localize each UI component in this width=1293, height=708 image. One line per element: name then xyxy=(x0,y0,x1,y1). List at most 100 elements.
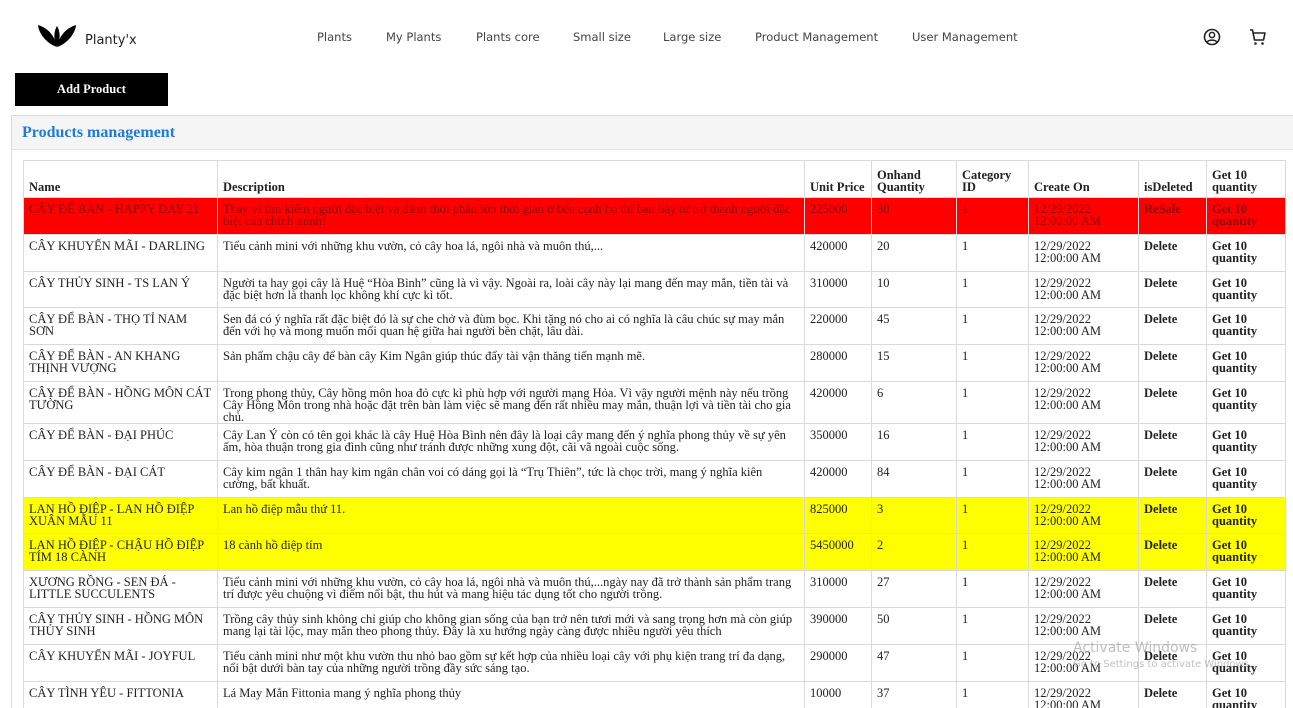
get-10-quantity-link[interactable]: Get 10 quantity xyxy=(1206,270,1286,309)
header-category-id: Category ID xyxy=(956,160,1029,198)
get-10-quantity-link[interactable]: Get 10 quantity xyxy=(1206,643,1286,682)
get-10-quantity-link[interactable]: Get 10 quantity xyxy=(1206,496,1286,535)
cell-name: CÂY KHUYẾN MÃI - JOYFUL xyxy=(23,643,218,682)
cell-name: CÂY TÌNH YÊU - FITTONIA xyxy=(23,680,218,708)
cell-description: Cây kim ngân 1 thân hay kim ngân chân vo… xyxy=(217,459,805,498)
cell-category-id: 1 xyxy=(956,680,1029,708)
cell-category-id: 1 xyxy=(956,533,1029,572)
products-table: Name Description Unit Price Onhand Quant… xyxy=(23,160,1286,708)
delete-action-link[interactable]: Delete xyxy=(1138,680,1207,708)
cell-onhand-quantity: 20 xyxy=(871,233,957,272)
nav-my-plants[interactable]: My Plants xyxy=(386,30,441,44)
cell-unit-price: 290000 xyxy=(804,643,872,682)
get-10-quantity-link[interactable]: Get 10 quantity xyxy=(1206,344,1286,382)
delete-action-link[interactable]: Delete xyxy=(1138,643,1207,682)
cell-description: Thay vì tìm kiếm người đặc biệt và dành … xyxy=(217,197,805,235)
cell-unit-price: 220000 xyxy=(804,307,872,346)
get-10-quantity-link[interactable]: Get 10 quantity xyxy=(1206,422,1286,461)
cell-onhand-quantity: 45 xyxy=(871,307,957,346)
table-row: CÂY ĐỂ BÀN - ĐẠI PHÚC Cây Lan Ý còn có tê… xyxy=(23,422,1286,461)
cell-onhand-quantity: 2 xyxy=(871,533,957,572)
cell-description: Người ta hay gọi cây là Huệ “Hòa Bình” c… xyxy=(217,270,805,309)
cell-create-on: 12/29/2022 12:00:00 AM xyxy=(1028,270,1139,309)
delete-action-link[interactable]: Delete xyxy=(1138,233,1207,272)
cell-unit-price: 280000 xyxy=(804,344,872,382)
get-10-quantity-link[interactable]: Get 10 quantity xyxy=(1206,233,1286,272)
header-is-deleted: isDeleted xyxy=(1138,160,1207,198)
delete-action-link[interactable]: Delete xyxy=(1138,270,1207,309)
cell-description: Sen đá có ý nghĩa rất đặc biệt đó là sự … xyxy=(217,307,805,346)
cell-create-on: 12/29/2022 12:00:00 AM xyxy=(1028,496,1139,535)
cell-unit-price: 420000 xyxy=(804,233,872,272)
cell-onhand-quantity: 50 xyxy=(871,606,957,645)
cell-unit-price: 10000 xyxy=(804,680,872,708)
cell-unit-price: 420000 xyxy=(804,459,872,498)
get-10-quantity-link[interactable]: Get 10 quantity xyxy=(1206,680,1286,708)
cell-name: CÂY ĐỂ BÀN - AN KHANG THỊNH VƯỢNG xyxy=(23,344,218,382)
delete-action-link[interactable]: Delete xyxy=(1138,422,1207,461)
cell-create-on: 12/29/2022 12:00:00 AM xyxy=(1028,570,1139,608)
header-create-on: Create On xyxy=(1028,160,1139,198)
cell-name: CÂY THỦY SINH - HỒNG MÔN THỦY SINH xyxy=(23,606,218,645)
cell-onhand-quantity: 16 xyxy=(871,422,957,461)
nav-plants[interactable]: Plants xyxy=(317,30,352,44)
delete-action-link[interactable]: Delete xyxy=(1138,570,1207,608)
get-10-quantity-link[interactable]: Get 10 quantity xyxy=(1206,533,1286,572)
cell-category-id: 1 xyxy=(956,307,1029,346)
card-title: Products management xyxy=(22,123,176,141)
get-10-quantity-link[interactable]: Get 10 quantity xyxy=(1206,570,1286,608)
cart-icon[interactable] xyxy=(1248,27,1268,47)
cell-name: XƯƠNG RỒNG - SEN ĐÁ - LITTLE SUCCULENTS xyxy=(23,570,218,608)
cell-description: Lan hồ điệp mẫu thứ 11. xyxy=(217,496,805,535)
cell-onhand-quantity: 10 xyxy=(871,270,957,309)
get-10-quantity-link[interactable]: Get 10 quantity xyxy=(1206,307,1286,346)
cell-description: Lá May Mắn Fittonia mang ý nghĩa phong t… xyxy=(217,680,805,708)
get-10-quantity-link[interactable]: Get 10 quantity xyxy=(1206,606,1286,645)
cell-unit-price: 225000 xyxy=(804,197,872,235)
cell-category-id: 1 xyxy=(956,459,1029,498)
cell-description: Tiểu cảnh mini với những khu vườn, cỏ câ… xyxy=(217,233,805,272)
cell-name: CÂY ĐỂ BÀN - HAPPY DAY 21 xyxy=(23,197,218,235)
cell-create-on: 12/29/2022 12:00:00 AM xyxy=(1028,459,1139,498)
cell-category-id: 1 xyxy=(956,233,1029,272)
cell-name: CÂY THỦY SINH - TS LAN Ý xyxy=(23,270,218,309)
delete-action-link[interactable]: Delete xyxy=(1138,496,1207,535)
cell-name: LAN HỒ ĐIỆP - CHẬU HỒ ĐIỆP TÍM 18 CÀNH xyxy=(23,533,218,572)
cell-unit-price: 825000 xyxy=(804,496,872,535)
cell-create-on: 12/29/2022 12:00:00 AM xyxy=(1028,643,1139,682)
cell-name: LAN HỒ ĐIỆP - LAN HỒ ĐIỆP XUÂN MẪU 11 xyxy=(23,496,218,535)
cell-create-on: 12/29/2022 12:00:00 AM xyxy=(1028,380,1139,424)
nav-user-management[interactable]: User Management xyxy=(912,30,1018,44)
delete-action-link[interactable]: Delete xyxy=(1138,380,1207,424)
delete-action-link[interactable]: Delete xyxy=(1138,344,1207,382)
cell-onhand-quantity: 84 xyxy=(871,459,957,498)
header-unit-price: Unit Price xyxy=(804,160,872,198)
nav-product-management[interactable]: Product Management xyxy=(755,30,878,44)
delete-action-link[interactable]: Delete xyxy=(1138,459,1207,498)
cell-create-on: 12/29/2022 12:00:00 AM xyxy=(1028,307,1139,346)
cell-category-id: 1 xyxy=(956,570,1029,608)
nav-small-size[interactable]: Small size xyxy=(573,30,631,44)
cell-onhand-quantity: 47 xyxy=(871,643,957,682)
header-get-quantity: Get 10 quantity xyxy=(1206,160,1286,198)
cell-onhand-quantity: 3 xyxy=(871,496,957,535)
cell-name: CÂY ĐỂ BÀN - THỌ TỈ NAM SƠN xyxy=(23,307,218,346)
get-10-quantity-link[interactable]: Get 10 quantity xyxy=(1206,197,1286,235)
get-10-quantity-link[interactable]: Get 10 quantity xyxy=(1206,459,1286,498)
nav-large-size[interactable]: Large size xyxy=(663,30,721,44)
cell-category-id: 1 xyxy=(956,197,1029,235)
table-row: CÂY ĐỂ BÀN - THỌ TỈ NAM SƠN Sen đá có ý n… xyxy=(23,307,1286,346)
resale-action-link[interactable]: ReSale xyxy=(1138,197,1207,235)
cell-create-on: 12/29/2022 12:00:00 AM xyxy=(1028,533,1139,572)
products-management-card: Products management Name Description Uni… xyxy=(11,115,1293,708)
delete-action-link[interactable]: Delete xyxy=(1138,606,1207,645)
delete-action-link[interactable]: Delete xyxy=(1138,533,1207,572)
nav-plants-core[interactable]: Plants core xyxy=(476,30,540,44)
cell-onhand-quantity: 37 xyxy=(871,680,957,708)
get-10-quantity-link[interactable]: Get 10 quantity xyxy=(1206,380,1286,424)
cell-description: Cây Lan Ý còn có tên gọi khác là cây Huệ… xyxy=(217,422,805,461)
add-product-button[interactable]: Add Product xyxy=(15,73,168,106)
cell-category-id: 1 xyxy=(956,422,1029,461)
delete-action-link[interactable]: Delete xyxy=(1138,307,1207,346)
user-icon[interactable] xyxy=(1202,27,1222,47)
